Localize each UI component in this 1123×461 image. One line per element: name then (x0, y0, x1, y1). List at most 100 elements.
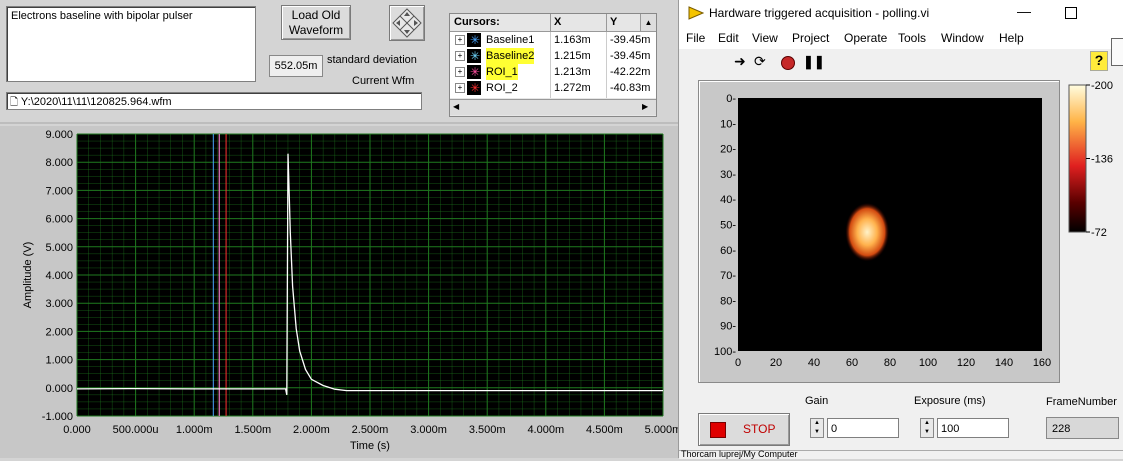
cursor-color-swatch: ✳ (467, 49, 481, 63)
cursor-table-header: Cursors: X Y (450, 14, 656, 32)
menu-help[interactable]: Help (999, 31, 1024, 45)
exposure-control[interactable]: ▲ ▼ 100 (920, 418, 1010, 438)
cursor-name: ROI_2 (486, 82, 518, 94)
camera-image-display[interactable]: 0 20 40 60 80 100 120 140 160 0- 10- 20- 30- 40- 50- 60… (698, 80, 1060, 383)
gain-label: Gain (805, 395, 829, 407)
pause-icon[interactable]: ❚❚ (803, 54, 825, 70)
y-tick-label: 6.000 (45, 214, 73, 226)
image-plot-area[interactable] (738, 98, 1042, 351)
image-y-tick: 30- (720, 169, 736, 181)
gain-spinner[interactable]: ▲ ▼ (810, 418, 824, 438)
description-text: Electrons baseline with bipolar pulser (11, 10, 193, 22)
image-y-tick: 70- (720, 270, 736, 282)
x-tick-label: 1.500m (234, 424, 271, 436)
y-tick-label: 0.000 (45, 383, 73, 395)
navigation-diamond-button[interactable] (389, 5, 425, 41)
waveform-graph[interactable]: 0.000 500.000u 1.000m 1.500m 2.000m 2.500m 3.0… (0, 126, 681, 458)
colorbar-ramp (1068, 84, 1087, 233)
menu-project[interactable]: Project (792, 31, 829, 45)
colorbar-tick-label: -136 (1091, 154, 1113, 166)
cursor-x-value: 1.272m (554, 82, 591, 94)
menu-operate[interactable]: Operate (844, 31, 887, 45)
panel-divider (0, 122, 678, 124)
expand-icon[interactable]: + (455, 51, 465, 61)
std-deviation-label: standard deviation (327, 54, 417, 66)
scroll-right-arrow[interactable]: ▶ (642, 102, 648, 111)
cursor-name: ROI_1 (486, 64, 518, 80)
window-title-bar[interactable]: Hardware triggered acquisition - polling… (679, 0, 1123, 27)
menu-tools[interactable]: Tools (898, 31, 926, 45)
image-x-tick: 60 (846, 357, 858, 369)
camera-image-svg[interactable]: 0 20 40 60 80 100 120 140 160 0- 10- 20- 30- 40- 50- 60… (699, 81, 1059, 382)
image-x-tick: 140 (995, 357, 1013, 369)
context-help-icon[interactable]: ? (1090, 51, 1108, 71)
cursor-row-roi1[interactable]: + ✳ ROI_1 1.213m -42.22m (450, 64, 656, 80)
gain-control[interactable]: ▲ ▼ 0 (810, 418, 900, 438)
cursor-row-roi2[interactable]: + ✳ ROI_2 1.272m -40.83m (450, 80, 656, 96)
expand-icon[interactable]: + (455, 67, 465, 77)
image-y-tick: 80- (720, 295, 736, 307)
cursor-row-baseline2[interactable]: + ✳ Baseline2 1.215m -39.45m (450, 48, 656, 64)
beam-spot (845, 202, 890, 262)
cursor-table-hscrollbar[interactable]: ◀ ▶ (450, 99, 656, 115)
expand-icon[interactable]: + (455, 35, 465, 45)
stop-indicator-icon (710, 422, 726, 438)
scroll-left-arrow[interactable]: ◀ (453, 102, 459, 111)
y-axis-label: Amplitude (V) (22, 242, 34, 309)
vi-toolbar: ➜ ⟳ ❚❚ ? (679, 38, 1123, 75)
stop-label: STOP (743, 422, 776, 436)
cursor-y-value: -40.83m (610, 82, 651, 94)
menu-edit[interactable]: Edit (718, 31, 739, 45)
acquisition-vi-window: Hardware triggered acquisition - polling… (678, 0, 1123, 459)
x-tick-label: 1.000m (176, 424, 213, 436)
description-textbox[interactable]: Electrons baseline with bipolar pulser (6, 6, 256, 82)
exposure-spinner[interactable]: ▲ ▼ (920, 418, 934, 438)
run-continuously-icon[interactable]: ⟳ (754, 53, 766, 70)
image-x-tick: 120 (957, 357, 975, 369)
exposure-label: Exposure (ms) (914, 395, 986, 407)
cursor-header-y: Y (610, 16, 618, 28)
x-tick-label: 2.000m (293, 424, 330, 436)
image-y-tick: 0- (726, 93, 736, 105)
x-tick-label: 4.000m (527, 424, 564, 436)
cursor-header-x: X (554, 16, 562, 28)
maximize-button[interactable] (1065, 7, 1077, 19)
image-y-tick: 100- (714, 346, 736, 358)
cursor-y-value: -39.45m (610, 50, 651, 62)
std-deviation-indicator: 552.05m (269, 55, 323, 77)
y-tick-label: 3.000 (45, 298, 73, 310)
stop-button[interactable]: STOP (698, 413, 790, 446)
exposure-value[interactable]: 100 (937, 418, 1009, 438)
frame-number-indicator: 228 (1046, 417, 1119, 439)
scroll-up-arrow[interactable]: ▲ (640, 14, 656, 31)
cursor-legend-table[interactable]: Cursors: X Y + ✳ Baseline1 1.163m -39.45… (449, 13, 657, 117)
cursor-color-swatch: ✳ (467, 81, 481, 95)
y-tick-label: 9.000 (45, 129, 73, 141)
run-arrow-icon[interactable]: ➜ (734, 53, 746, 70)
image-y-tick: 90- (720, 321, 736, 333)
image-x-tick: 80 (884, 357, 896, 369)
minimize-button[interactable]: — (1017, 3, 1031, 19)
y-tick-label: -1.000 (42, 411, 73, 423)
image-y-tick: 50- (720, 220, 736, 232)
cursor-color-swatch: ✳ (467, 65, 481, 79)
cursor-y-value: -42.22m (610, 66, 651, 78)
menu-bar: File Edit View Project Operate Tools Win… (679, 27, 1123, 49)
load-old-waveform-button[interactable]: Load Old Waveform (281, 5, 351, 40)
x-axis-label: Time (s) (350, 440, 390, 452)
menu-window[interactable]: Window (941, 31, 984, 45)
image-x-tick: 160 (1033, 357, 1051, 369)
y-tick-label: 7.000 (45, 185, 73, 197)
load-button-label: Load Old Waveform (288, 8, 344, 37)
menu-file[interactable]: File (686, 31, 705, 45)
expand-icon[interactable]: + (455, 83, 465, 93)
current-wfm-label: Current Wfm (352, 75, 415, 87)
intensity-colorbar: -200 -136 -72 (1068, 80, 1113, 239)
gain-value[interactable]: 0 (827, 418, 899, 438)
abort-execution-icon[interactable] (781, 56, 795, 70)
image-y-tick: 40- (720, 194, 736, 206)
waveform-graph-svg[interactable]: 0.000 500.000u 1.000m 1.500m 2.000m 2.500m 3.0… (0, 126, 681, 458)
menu-view[interactable]: View (752, 31, 778, 45)
cursor-row-baseline1[interactable]: + ✳ Baseline1 1.163m -39.45m (450, 32, 656, 48)
file-path-field[interactable]: 🗋 Y:\2020\11\11\120825.964.wfm (6, 92, 422, 110)
